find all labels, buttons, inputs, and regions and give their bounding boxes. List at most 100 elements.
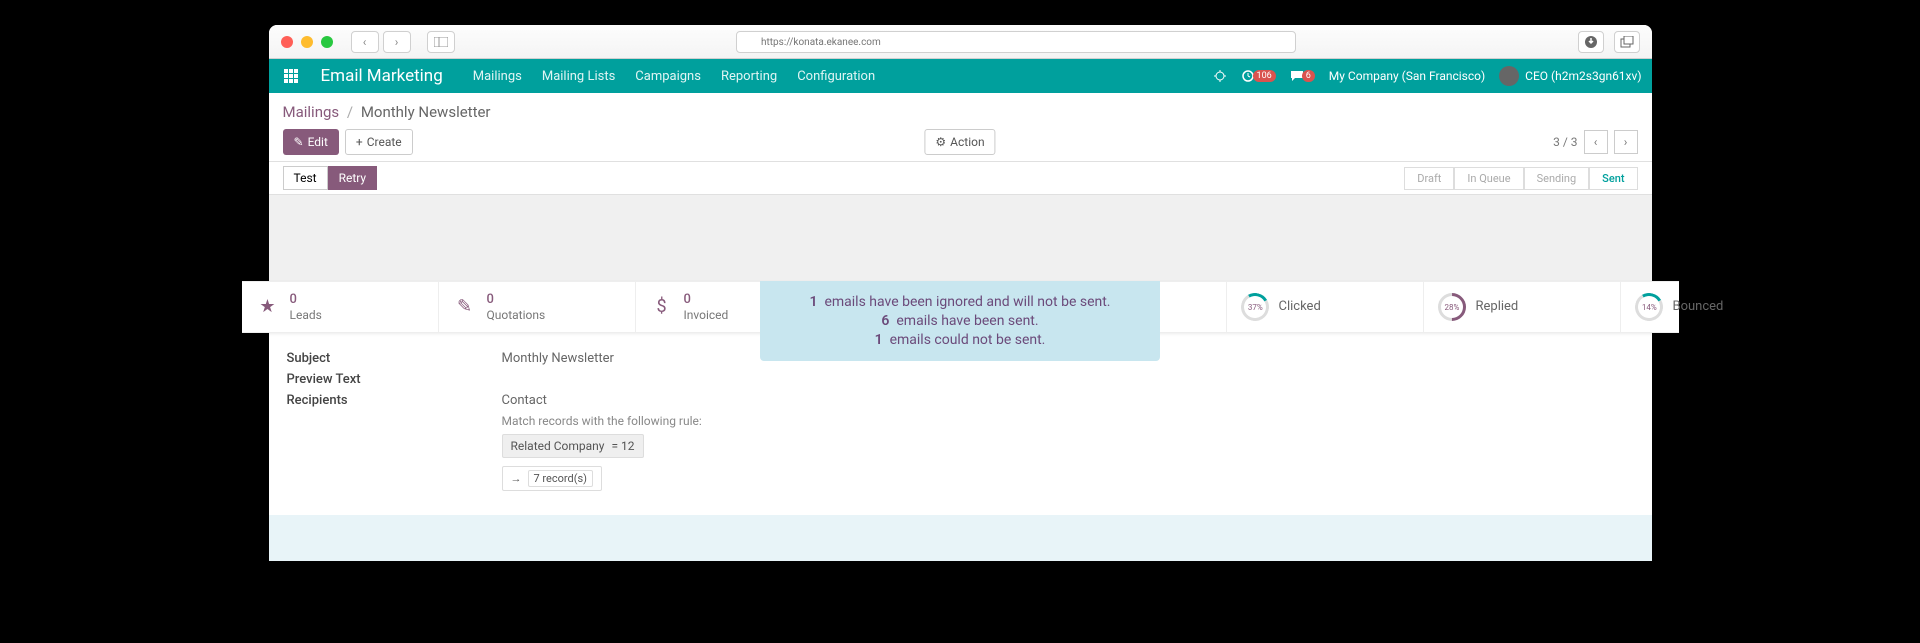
- debug-icon[interactable]: [1213, 69, 1227, 83]
- ring-icon: 14%: [1631, 290, 1665, 324]
- dollar-icon: $: [650, 295, 674, 319]
- alert-ignored-count: 1: [810, 294, 818, 310]
- pager-next-button[interactable]: ›: [1614, 130, 1638, 154]
- stat-quotations-label: Quotations: [487, 308, 546, 322]
- ring-icon: 37%: [1237, 290, 1271, 324]
- ring-icon: 28%: [1432, 287, 1472, 327]
- rule-field: Related Company: [511, 439, 605, 453]
- status-sent[interactable]: Sent: [1589, 167, 1637, 190]
- domain-rule: Related Company = 12: [502, 434, 644, 458]
- pencil-icon: ✎: [453, 295, 477, 319]
- control-panel: Mailings / Monthly Newsletter ✎ Edit + C…: [269, 93, 1652, 162]
- alert-ignored-text: emails have been ignored and will not be…: [824, 294, 1110, 310]
- preview-text-label: Preview Text: [287, 372, 502, 387]
- recipients-label: Recipients: [287, 393, 502, 491]
- user-name: CEO (h2m2s3gn61xv): [1525, 69, 1641, 83]
- alert-sent-count: 6: [881, 313, 889, 329]
- records-button[interactable]: → 7 record(s): [502, 466, 603, 491]
- titlebar: ‹ › 🔍: [269, 25, 1652, 59]
- breadcrumb-current: Monthly Newsletter: [361, 103, 491, 121]
- address-bar[interactable]: [736, 31, 1296, 53]
- stat-leads[interactable]: ★ 0 Leads: [242, 282, 439, 332]
- recipients-value: Contact: [502, 393, 1634, 408]
- rule-hint: Match records with the following rule:: [502, 414, 1634, 428]
- status-bar: Draft In Queue Sending Sent: [1404, 167, 1637, 190]
- action-bar: Test Retry Draft In Queue Sending Sent: [269, 162, 1652, 195]
- gear-icon: ⚙: [935, 135, 946, 149]
- retry-button[interactable]: Retry: [328, 166, 378, 190]
- pager: 3 / 3 ‹ ›: [1553, 130, 1637, 154]
- menu-mailing-lists[interactable]: Mailing Lists: [542, 69, 615, 84]
- stat-replied-pct: 28%: [1444, 302, 1459, 311]
- main-menu: Mailings Mailing Lists Campaigns Reporti…: [473, 69, 875, 84]
- avatar-icon: [1499, 66, 1519, 86]
- browser-window: ‹ › 🔍 Email Marketing Mailings: [269, 25, 1652, 561]
- stat-bounced-pct: 14%: [1641, 302, 1656, 311]
- stat-clicked[interactable]: 37% Clicked: [1227, 282, 1424, 332]
- status-sending[interactable]: Sending: [1524, 167, 1590, 190]
- titlebar-right: [1578, 31, 1640, 53]
- rule-op: = 12: [611, 439, 634, 453]
- company-switcher[interactable]: My Company (San Francisco): [1329, 69, 1485, 83]
- address-bar-container: 🔍: [465, 30, 1568, 54]
- activities-icon[interactable]: 106: [1241, 69, 1276, 83]
- window-controls: [281, 36, 333, 48]
- edit-label: Edit: [308, 135, 328, 149]
- status-draft[interactable]: Draft: [1404, 167, 1454, 190]
- messages-icon[interactable]: 6: [1290, 69, 1315, 83]
- minimize-window-icon[interactable]: [301, 36, 313, 48]
- stat-bounced-label: Bounced: [1673, 299, 1724, 314]
- action-label: Action: [950, 135, 984, 149]
- menu-reporting[interactable]: Reporting: [721, 69, 777, 84]
- sidebar-toggle-icon[interactable]: [427, 31, 455, 53]
- close-window-icon[interactable]: [281, 36, 293, 48]
- pager-prev-button[interactable]: ‹: [1584, 130, 1608, 154]
- app-name[interactable]: Email Marketing: [321, 66, 443, 86]
- stat-invoiced-num: 0: [684, 292, 729, 308]
- edit-button[interactable]: ✎ Edit: [283, 129, 339, 155]
- pencil-icon: ✎: [294, 135, 304, 149]
- activities-badge: 106: [1253, 70, 1276, 82]
- stat-clicked-label: Clicked: [1279, 299, 1321, 314]
- subject-label: Subject: [287, 351, 502, 366]
- alert-failed-text: emails could not be sent.: [890, 332, 1046, 348]
- menu-campaigns[interactable]: Campaigns: [635, 69, 701, 84]
- stat-quotations-num: 0: [487, 292, 546, 308]
- download-icon[interactable]: [1578, 31, 1604, 53]
- menu-configuration[interactable]: Configuration: [797, 69, 875, 84]
- stat-leads-label: Leads: [290, 308, 322, 322]
- stat-invoiced-label: Invoiced: [684, 308, 729, 322]
- user-menu[interactable]: CEO (h2m2s3gn61xv): [1499, 66, 1641, 86]
- plus-icon: +: [356, 135, 363, 149]
- arrow-right-icon: →: [511, 472, 522, 485]
- action-button[interactable]: ⚙ Action: [924, 129, 995, 155]
- create-label: Create: [367, 135, 402, 149]
- nav-buttons: ‹ ›: [351, 31, 411, 53]
- stat-quotations[interactable]: ✎ 0 Quotations: [439, 282, 636, 332]
- mailing-alert: 1 emails have been ignored and will not …: [760, 281, 1160, 361]
- pager-text: 3 / 3: [1553, 135, 1577, 149]
- maximize-window-icon[interactable]: [321, 36, 333, 48]
- stat-bounced[interactable]: 14% Bounced: [1621, 282, 1818, 332]
- preview-text-value: [502, 372, 1634, 387]
- breadcrumb: Mailings / Monthly Newsletter: [283, 103, 1638, 121]
- breadcrumb-sep: /: [347, 103, 353, 121]
- stat-clicked-pct: 37%: [1247, 302, 1262, 311]
- back-button[interactable]: ‹: [351, 31, 379, 53]
- breadcrumb-root[interactable]: Mailings: [283, 103, 340, 121]
- menu-mailings[interactable]: Mailings: [473, 69, 522, 84]
- create-button[interactable]: + Create: [345, 129, 413, 155]
- test-button[interactable]: Test: [283, 166, 328, 190]
- status-in-queue[interactable]: In Queue: [1454, 167, 1523, 190]
- records-count: 7 record(s): [528, 470, 594, 487]
- apps-icon[interactable]: [279, 64, 303, 88]
- topbar-right: 106 6 My Company (San Francisco) CEO (h2…: [1213, 66, 1642, 86]
- app-topbar: Email Marketing Mailings Mailing Lists C…: [269, 59, 1652, 93]
- stat-replied[interactable]: 28% Replied: [1424, 282, 1621, 332]
- messages-badge: 6: [1302, 70, 1315, 82]
- star-icon: ★: [256, 295, 280, 319]
- content-area: 1 emails have been ignored and will not …: [269, 281, 1652, 561]
- tabs-icon[interactable]: [1614, 31, 1640, 53]
- forward-button[interactable]: ›: [383, 31, 411, 53]
- alert-failed-count: 1: [875, 332, 883, 348]
